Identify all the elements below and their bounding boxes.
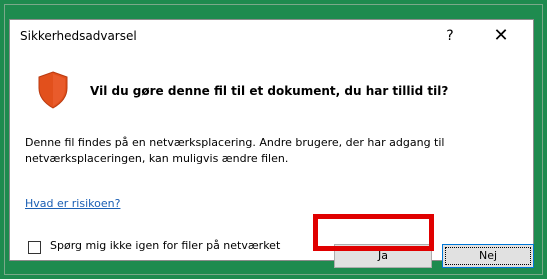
dialog-titlebar: Sikkerhedsadvarsel ? ✕ — [10, 20, 533, 52]
question-text: Vil du gøre denne fil til et dokument, d… — [90, 84, 449, 98]
body-text: Denne fil findes på en netværksplacering… — [25, 135, 525, 167]
body-line-1: Denne fil findes på en netværksplacering… — [25, 136, 445, 149]
risk-info-link[interactable]: Hvad er risikoen? — [25, 197, 120, 210]
no-button[interactable]: Nej — [442, 244, 534, 268]
help-icon[interactable]: ? — [436, 22, 464, 50]
focus-ring — [445, 247, 531, 265]
security-warning-dialog: Sikkerhedsadvarsel ? ✕ Vil du gøre denne… — [9, 19, 534, 268]
yes-button[interactable]: Ja — [334, 244, 432, 268]
dont-ask-again-checkbox[interactable] — [28, 241, 41, 254]
body-line-2: netværksplaceringen, kan muligvis ændre … — [25, 152, 289, 165]
dont-ask-again-label[interactable]: Spørg mig ikke igen for filer på netværk… — [50, 239, 325, 252]
close-icon[interactable]: ✕ — [484, 22, 518, 50]
shield-warning-icon — [38, 71, 68, 109]
dialog-title: Sikkerhedsadvarsel — [20, 29, 137, 43]
